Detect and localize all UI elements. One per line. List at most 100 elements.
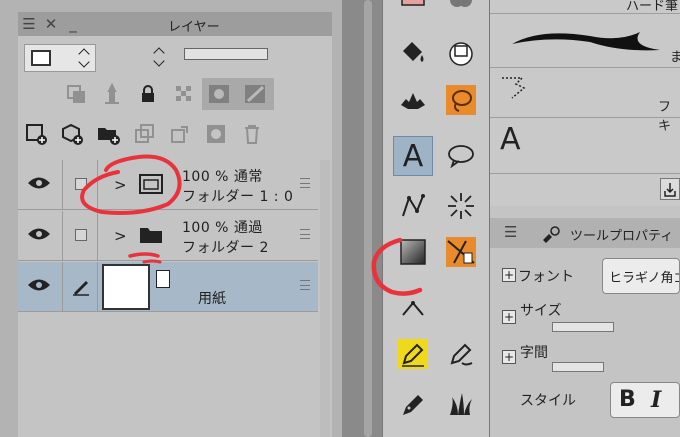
text-preview-icon: A (500, 122, 521, 157)
new-raster-layer-icon[interactable] (18, 118, 54, 150)
layer-mask-icon[interactable] (198, 118, 234, 150)
layer-lock-toolbar (18, 78, 332, 110)
layer-name: フォルダー 2 (182, 240, 269, 256)
brush-item-stroke[interactable]: ま (490, 14, 680, 68)
layer-checkbox[interactable] (75, 229, 87, 241)
export-icon[interactable] (660, 178, 680, 200)
chevron-right-icon[interactable]: > (114, 227, 127, 245)
pen-icon (73, 281, 89, 296)
trash-icon[interactable] (234, 118, 270, 150)
layer-name: 用紙 (198, 291, 226, 307)
color-mode-select[interactable] (24, 44, 96, 72)
layer-thumbnail (102, 264, 150, 310)
eye-icon[interactable] (26, 225, 52, 247)
eye-icon[interactable] (26, 174, 52, 196)
expand-plus-icon[interactable]: + (502, 350, 516, 364)
brush-list: ハード筆 ま フキ A (490, 0, 680, 206)
right-panel: ハード筆 ま フキ A ☰ ツールプロパティ + フォント ヒラギノ角ゴ + サ… (490, 0, 680, 437)
lock-icon[interactable] (130, 78, 166, 110)
color-swatch (31, 50, 51, 66)
clip-icon[interactable] (58, 78, 94, 110)
size-slider[interactable] (552, 322, 614, 332)
mask-icon[interactable] (202, 78, 238, 110)
pen-tool[interactable] (393, 384, 433, 424)
ruler-icon[interactable] (238, 78, 274, 110)
brush-item-hard[interactable]: ハード筆 (490, 0, 680, 14)
layer-blend-label: 100 % 通常 (182, 169, 263, 185)
layer-color-cell[interactable] (62, 160, 98, 210)
grass-brush-tool[interactable] (441, 384, 481, 424)
tool-property-header: ☰ ツールプロパティ (490, 218, 680, 248)
lasso-tool[interactable] (441, 80, 481, 120)
spin-arrows-icon[interactable] (77, 47, 91, 69)
reference-layer-icon[interactable] (94, 78, 130, 110)
close-icon[interactable]: ✕ (40, 15, 62, 33)
gradient-fill-tool[interactable] (393, 232, 433, 272)
frame-divide-tool[interactable] (441, 232, 481, 272)
spacing-slider[interactable] (552, 362, 604, 372)
chevron-right-icon[interactable]: > (114, 176, 127, 194)
layer-color-cell[interactable] (62, 211, 98, 261)
expand-plus-icon[interactable]: + (502, 310, 516, 324)
brush-item-fuki[interactable]: フキ (490, 68, 680, 134)
lock-transparency-icon[interactable] (166, 78, 202, 110)
gradient-tool[interactable] (441, 34, 481, 74)
eye-icon[interactable] (26, 276, 52, 298)
layer-edit-cell[interactable] (62, 262, 98, 312)
layer-row-folder-1[interactable]: > 100 % 通常 フォルダー 1 : 0 (18, 160, 318, 210)
speedline-tool[interactable] (441, 186, 481, 226)
style-toggles: B I (610, 382, 680, 418)
blend-tool[interactable] (441, 0, 481, 20)
balloon-tool[interactable] (441, 136, 481, 176)
style-label: スタイル (520, 393, 576, 409)
text-tool[interactable]: A (393, 136, 433, 176)
size-label: サイズ (520, 303, 562, 319)
italic-button[interactable]: I (651, 387, 661, 413)
layer-row-paper[interactable]: 用紙 (18, 262, 318, 312)
opacity-slider[interactable] (184, 48, 268, 60)
canvas-gap (342, 0, 382, 437)
new-vector-layer-icon[interactable] (54, 118, 90, 150)
new-folder-icon[interactable] (90, 118, 126, 150)
decoration-tool[interactable] (393, 80, 433, 120)
expand-plus-icon[interactable]: + (502, 268, 516, 282)
merge-down-icon[interactable] (162, 118, 198, 150)
drag-handle-icon[interactable] (300, 229, 310, 239)
eraser-tool[interactable] (393, 0, 433, 20)
transfer-down-icon[interactable] (126, 118, 162, 150)
pen-pressure-tool[interactable] (441, 334, 481, 374)
layer-panel-body: > 100 % 通常 フォルダー 1 : 0 > 100 % 通過 フォルダー … (18, 36, 332, 437)
bold-button[interactable]: B (619, 387, 636, 412)
layer-panel-titlebar: ☰ ✕ _ レイヤー (18, 12, 332, 36)
vector-tool[interactable] (393, 186, 433, 226)
folder-frame-icon (138, 172, 164, 200)
drag-handle-icon[interactable] (300, 178, 310, 188)
layer-panel: ☰ ✕ _ レイヤー > 100 % 通常 フォルダー 1: 0 > 100 … (0, 0, 342, 437)
minimize-icon[interactable]: _ (62, 15, 84, 33)
layer-checkbox[interactable] (75, 178, 87, 190)
tool-property-icon (543, 226, 560, 243)
font-select[interactable]: ヒラギノ角ゴ (602, 258, 680, 294)
font-label: フォント (518, 269, 574, 285)
drag-handle-icon[interactable] (300, 280, 310, 290)
app-window: ☰ ✕ _ レイヤー > 100 % 通常 フォルダー 1: 0 > 100 … (0, 0, 680, 437)
correction-tool[interactable] (393, 284, 433, 324)
brush-stroke-preview (512, 32, 660, 51)
blend-mode-spin-icon[interactable] (152, 46, 166, 68)
tool-palette: A (382, 0, 490, 437)
vertical-scrollbar[interactable] (364, 0, 372, 437)
menu-icon[interactable]: ☰ (504, 223, 517, 241)
layer-action-toolbar (18, 118, 332, 150)
layer-list-scrollbar[interactable] (320, 160, 330, 437)
highlighter-tool[interactable] (393, 334, 433, 374)
layer-name: フォルダー 1 : 0 (182, 189, 294, 205)
tool-property-title: ツールプロパティ (570, 229, 674, 244)
paper-icon (156, 270, 170, 288)
brush-shape-icon (502, 77, 526, 99)
layer-row-folder-2[interactable]: > 100 % 通過 フォルダー 2 (18, 211, 318, 261)
menu-icon[interactable]: ☰ (18, 15, 40, 33)
layer-blend-label: 100 % 通過 (182, 220, 263, 236)
brush-item-text[interactable]: A (490, 118, 680, 174)
fill-tool[interactable] (393, 34, 433, 74)
text-a-icon: A (402, 138, 424, 174)
